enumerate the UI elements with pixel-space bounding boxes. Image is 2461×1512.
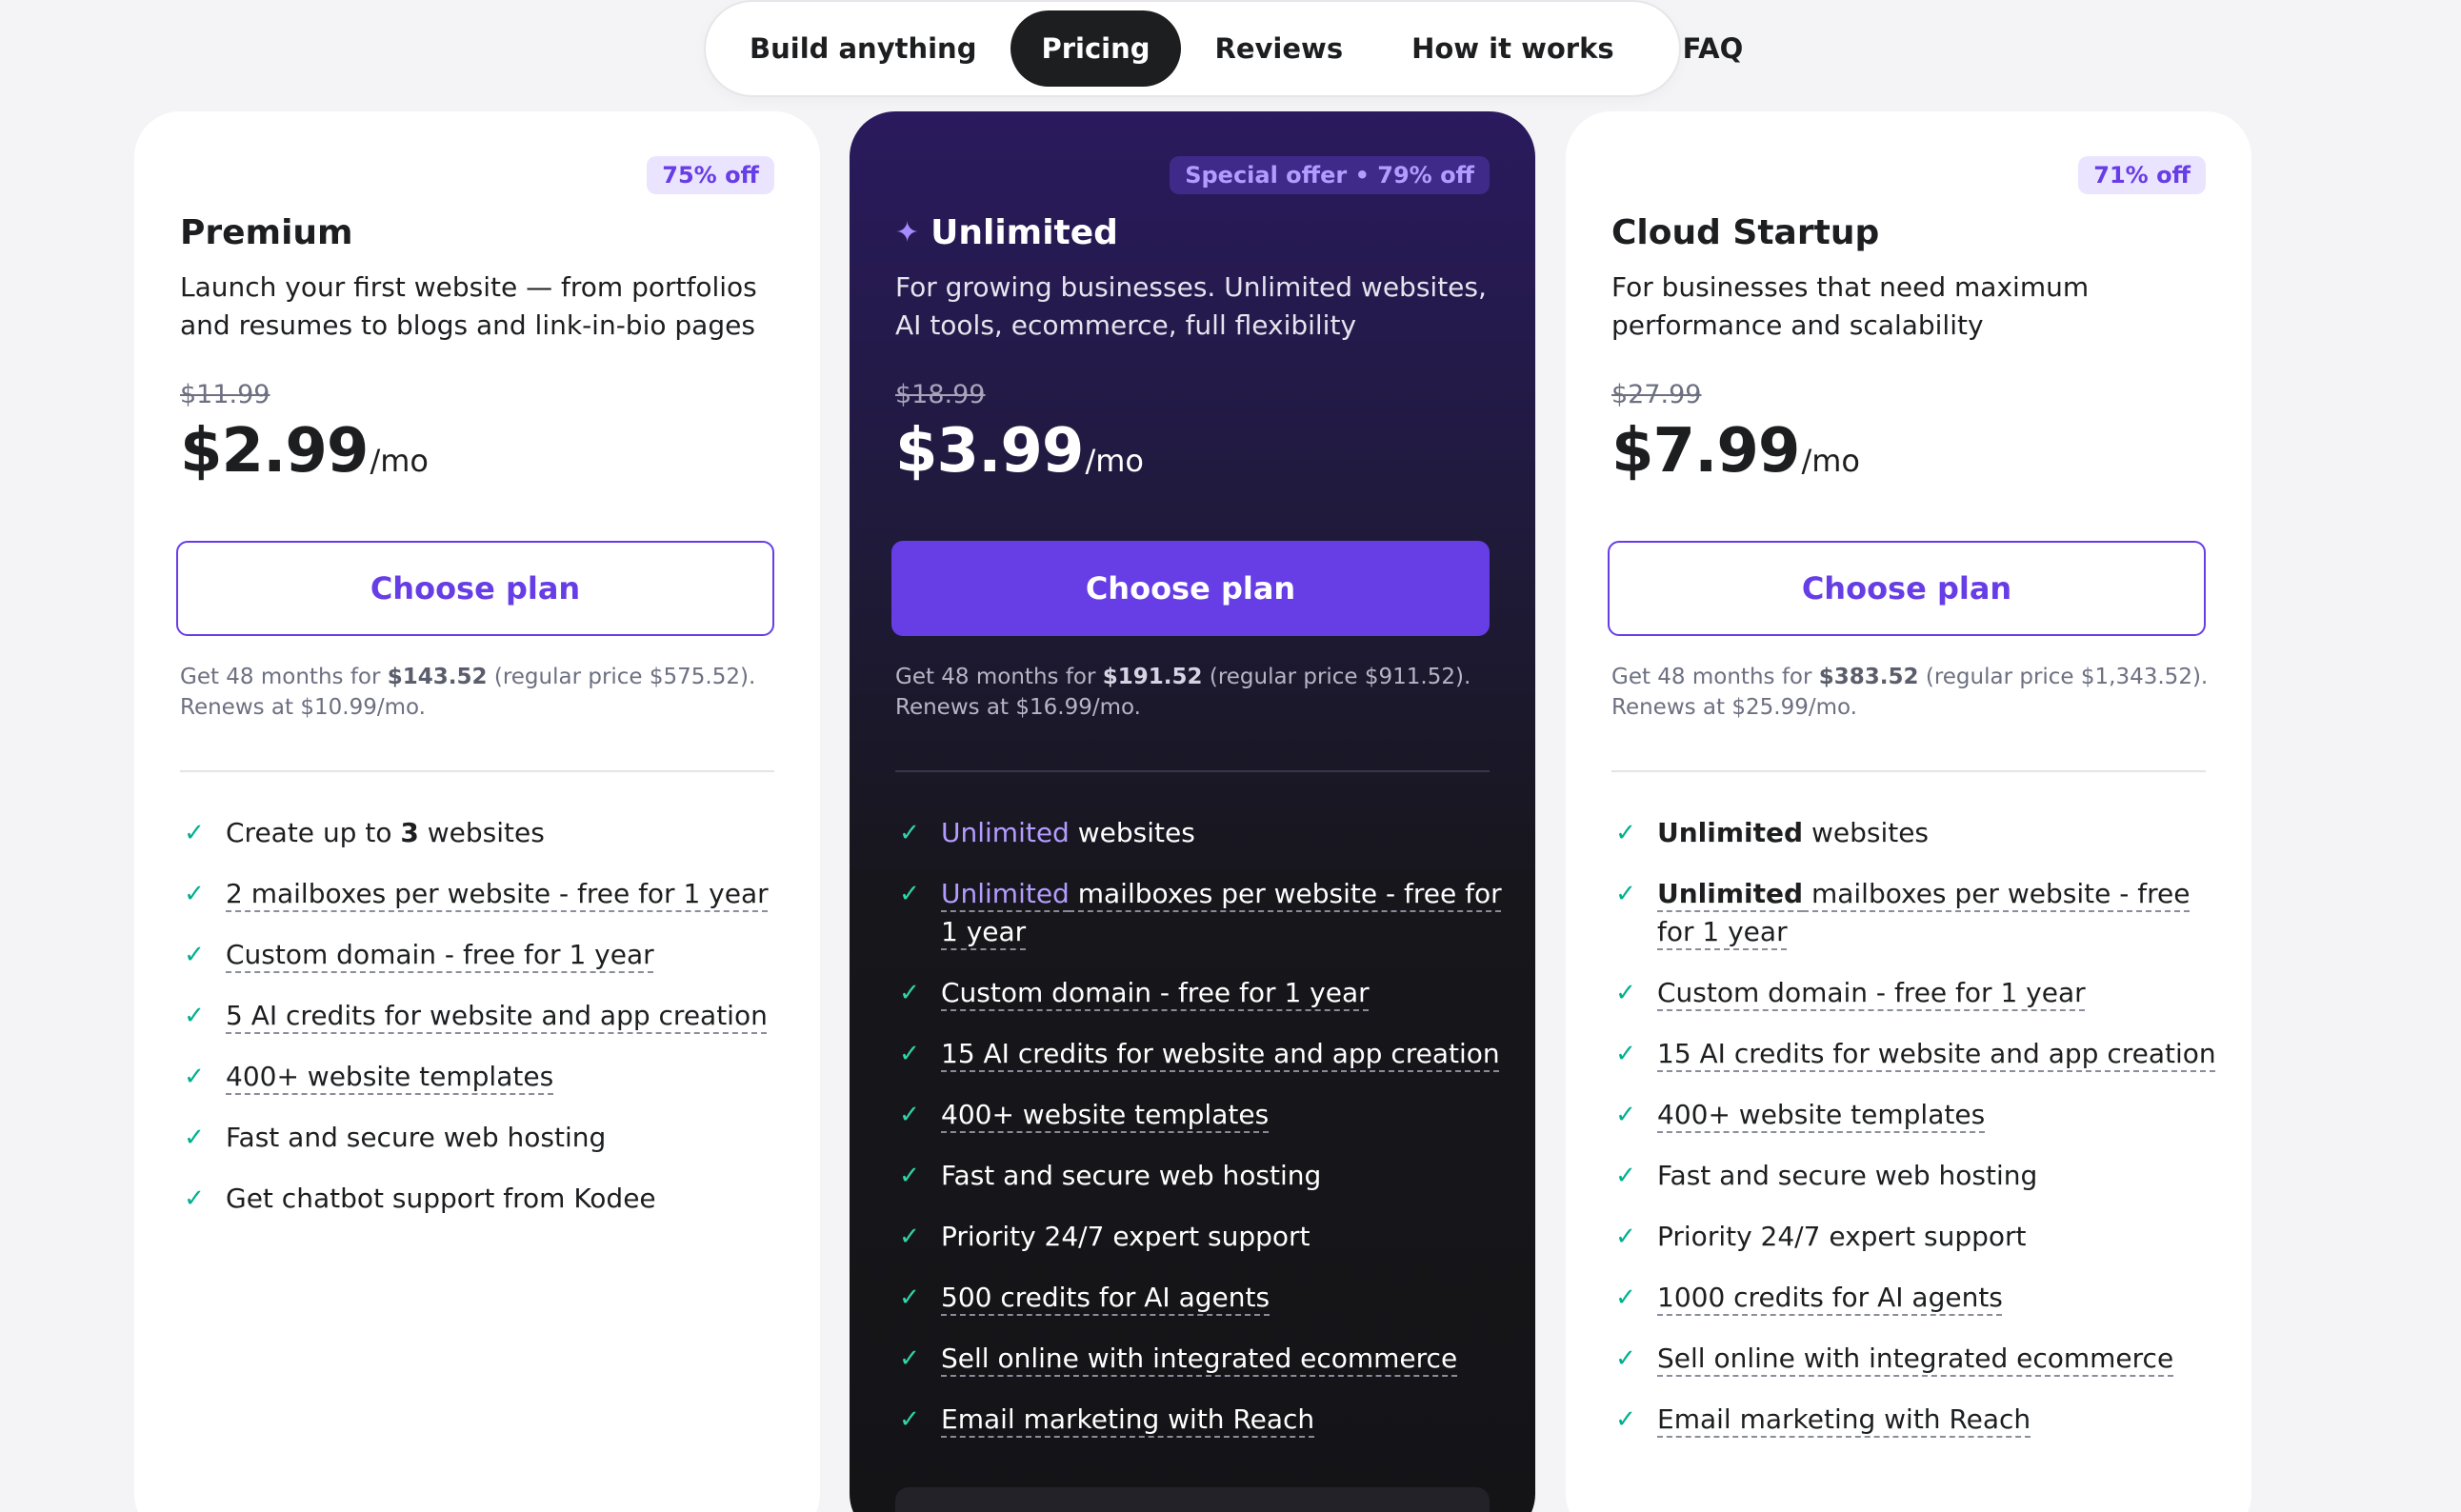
check-icon: ✓ <box>899 1101 920 1129</box>
check-icon: ✓ <box>184 941 205 969</box>
check-icon: ✓ <box>899 880 920 908</box>
feature-item: ✓ Unlimited mailboxes per website - free … <box>1611 875 2221 951</box>
plan-title: Cloud Startup <box>1611 213 1880 252</box>
nav-build-anything[interactable]: Build anything <box>715 10 1010 87</box>
feature-item: ✓ 400+ website templates <box>1611 1096 2221 1134</box>
plan-description: Launch your first website — from portfol… <box>180 271 757 341</box>
feature-list: ✓ Create up to 3 websites ✓ 2 mailboxes pe… <box>180 814 790 1241</box>
special-offer-badge: Special offer • 79% off <box>1170 156 1490 194</box>
price: $3.99 /mo <box>895 416 1144 487</box>
choose-plan-button[interactable]: Choose plan <box>1608 541 2206 636</box>
feature-item: ✓ 400+ website templates <box>180 1058 790 1096</box>
discount-badge: 71% off <box>2078 156 2206 194</box>
check-icon: ✓ <box>1615 1040 1636 1068</box>
check-icon: ✓ <box>1615 1162 1636 1190</box>
plan-title: Premium <box>180 213 353 252</box>
check-icon: ✓ <box>184 880 205 908</box>
check-icon: ✓ <box>1615 979 1636 1007</box>
old-price: $11.99 <box>180 380 270 409</box>
feature-item: ✓ 5 AI credits for website and app creati… <box>180 997 790 1035</box>
feature-item: ✓ Unlimited mailboxes per website - free … <box>895 875 1505 951</box>
plan-description: For businesses that need maximum perform… <box>1611 271 2090 341</box>
card-footer-panel <box>895 1487 1490 1512</box>
price: $7.99 /mo <box>1611 416 1860 487</box>
feature-item: ✓ 2 mailboxes per website - free for 1 ye… <box>180 875 790 913</box>
check-icon: ✓ <box>184 819 205 847</box>
check-icon: ✓ <box>899 819 920 847</box>
old-price: $18.99 <box>895 380 986 409</box>
feature-item: ✓ Get chatbot support from Kodee <box>180 1180 790 1218</box>
price: $2.99 /mo <box>180 416 429 487</box>
check-icon: ✓ <box>184 1124 205 1152</box>
check-icon: ✓ <box>899 979 920 1007</box>
divider <box>180 770 774 772</box>
section-nav: Build anything Pricing Reviews How it wo… <box>706 2 1743 95</box>
check-icon: ✓ <box>1615 1344 1636 1373</box>
feature-item: ✓ Email marketing with Reach <box>1611 1401 2221 1439</box>
price-unit: /mo <box>1085 443 1144 479</box>
nav-pricing[interactable]: Pricing <box>1010 10 1181 87</box>
feature-item: ✓ Sell online with integrated ecommerce <box>1611 1340 2221 1378</box>
nav-how-it-works[interactable]: How it works <box>1377 10 1649 87</box>
feature-item: ✓ Custom domain - free for 1 year <box>895 974 1505 1012</box>
feature-item: ✓ Fast and secure web hosting <box>895 1157 1505 1195</box>
check-icon: ✓ <box>899 1405 920 1434</box>
check-icon: ✓ <box>1615 880 1636 908</box>
check-icon: ✓ <box>184 1002 205 1030</box>
feature-item: ✓ 500 credits for AI agents <box>895 1279 1505 1317</box>
plan-card-unlimited: Special offer • 79% off ✦ Unlimited For g… <box>850 111 1535 1512</box>
price-amount: $3.99 <box>895 416 1084 487</box>
feature-item: ✓ Priority 24/7 expert support <box>895 1218 1505 1256</box>
check-icon: ✓ <box>1615 1405 1636 1434</box>
feature-list: ✓ Unlimited websites ✓ Unlimited mailboxes… <box>895 814 1505 1462</box>
choose-plan-button[interactable]: Choose plan <box>891 541 1490 636</box>
check-icon: ✓ <box>1615 819 1636 847</box>
plan-card-cloud-startup: 71% off Cloud Startup For businesses tha… <box>1566 111 2251 1512</box>
sparkle-icon: ✦ <box>895 216 920 249</box>
feature-item: ✓ Priority 24/7 expert support <box>1611 1218 2221 1256</box>
nav-reviews[interactable]: Reviews <box>1181 10 1378 87</box>
discount-badge: 75% off <box>647 156 774 194</box>
feature-item: ✓ Custom domain - free for 1 year <box>1611 974 2221 1012</box>
feature-item: ✓ 400+ website templates <box>895 1096 1505 1134</box>
plan-terms: Get 48 months for $191.52 (regular price… <box>895 665 1471 720</box>
plan-description: For growing businesses. Unlimited websit… <box>895 271 1487 341</box>
price-unit: /mo <box>370 443 429 479</box>
plan-title: ✦ Unlimited <box>895 213 1118 252</box>
feature-item: ✓ Create up to 3 websites <box>180 814 790 852</box>
price-amount: $2.99 <box>180 416 369 487</box>
check-icon: ✓ <box>899 1223 920 1251</box>
feature-item: ✓ Fast and secure web hosting <box>1611 1157 2221 1195</box>
plan-terms: Get 48 months for $143.52 (regular price… <box>180 665 756 720</box>
check-icon: ✓ <box>184 1063 205 1091</box>
feature-item: ✓ 15 AI credits for website and app creat… <box>895 1035 1505 1073</box>
check-icon: ✓ <box>1615 1283 1636 1312</box>
plan-card-premium: 75% off Premium Launch your first websit… <box>134 111 820 1512</box>
divider <box>895 770 1490 772</box>
feature-item: ✓ Fast and secure web hosting <box>180 1119 790 1157</box>
feature-list: ✓ Unlimited websites ✓ Unlimited mailboxes… <box>1611 814 2221 1462</box>
price-amount: $7.99 <box>1611 416 1800 487</box>
nav-faq[interactable]: FAQ <box>1649 10 1778 87</box>
choose-plan-button[interactable]: Choose plan <box>176 541 774 636</box>
check-icon: ✓ <box>899 1344 920 1373</box>
plan-terms: Get 48 months for $383.52 (regular price… <box>1611 665 2209 720</box>
check-icon: ✓ <box>899 1162 920 1190</box>
feature-item: ✓ 1000 credits for AI agents <box>1611 1279 2221 1317</box>
old-price: $27.99 <box>1611 380 1702 409</box>
check-icon: ✓ <box>899 1040 920 1068</box>
price-unit: /mo <box>1801 443 1860 479</box>
feature-item: ✓ Sell online with integrated ecommerce <box>895 1340 1505 1378</box>
feature-item: ✓ Unlimited websites <box>895 814 1505 852</box>
check-icon: ✓ <box>899 1283 920 1312</box>
feature-item: ✓ 15 AI credits for website and app creat… <box>1611 1035 2221 1073</box>
check-icon: ✓ <box>184 1184 205 1213</box>
feature-item: ✓ Custom domain - free for 1 year <box>180 936 790 974</box>
check-icon: ✓ <box>1615 1223 1636 1251</box>
check-icon: ✓ <box>1615 1101 1636 1129</box>
feature-item: ✓ Email marketing with Reach <box>895 1401 1505 1439</box>
divider <box>1611 770 2206 772</box>
feature-item: ✓ Unlimited websites <box>1611 814 2221 852</box>
